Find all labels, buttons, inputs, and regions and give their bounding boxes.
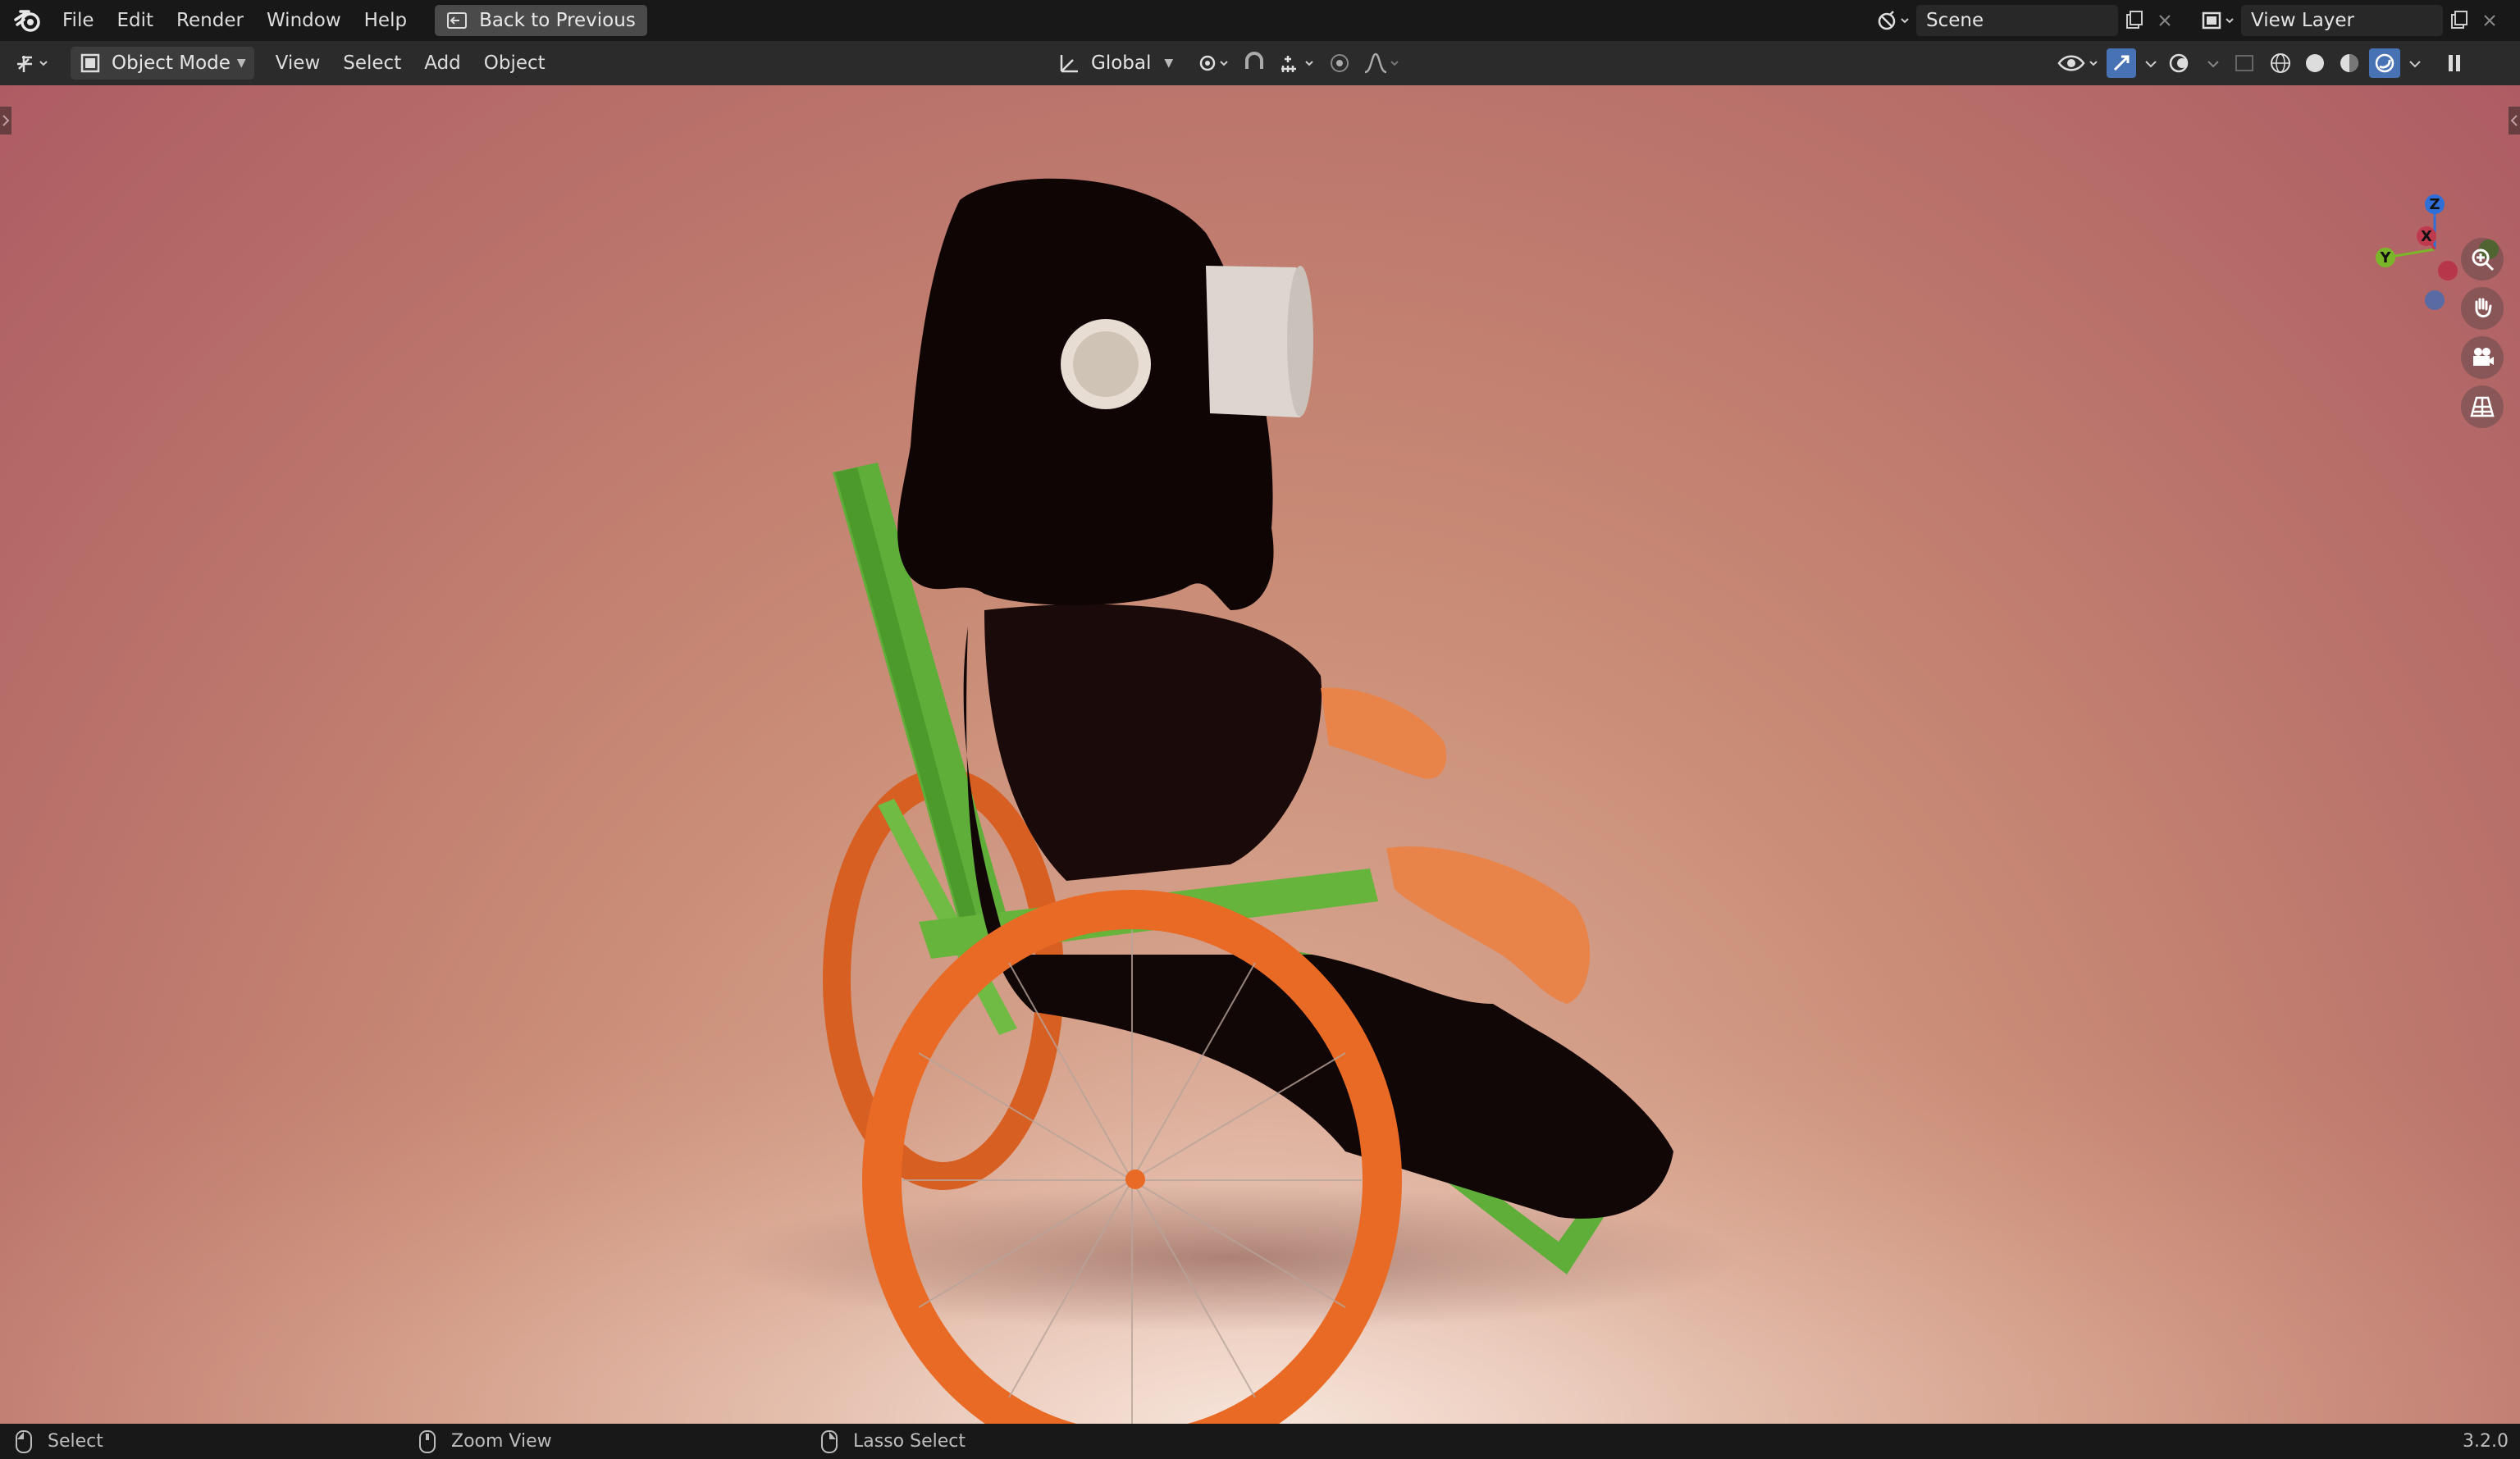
view-layer-browse-icon[interactable]	[2195, 5, 2241, 36]
gizmo-toggle-icon[interactable]	[2107, 48, 2136, 78]
material-shading-icon[interactable]	[2335, 51, 2364, 75]
back-icon	[447, 12, 468, 29]
chevron-down-icon: ▼	[1164, 57, 1174, 70]
scene-selector: Scene	[1870, 0, 2179, 41]
view-layer-name: View Layer	[2251, 10, 2355, 31]
menu-view[interactable]: View	[264, 52, 332, 74]
xray-icon[interactable]	[2228, 51, 2261, 75]
wireframe-shading-icon[interactable]	[2266, 51, 2295, 75]
view-layer-selector: View Layer	[2195, 0, 2504, 41]
status-zoom: Zoom View	[418, 1424, 552, 1459]
gizmo-neg-x-axis[interactable]	[2438, 261, 2458, 280]
object-mode-select[interactable]: Object Mode ▼	[71, 47, 254, 80]
rendered-scene: Z X Y	[0, 178, 2520, 1424]
mouse-middle-icon	[419, 1429, 436, 1453]
top-bar: File Edit Render Window Help Back to Pre…	[0, 0, 2520, 41]
zoom-view-icon[interactable]	[2461, 238, 2504, 280]
toolbar-toggle-left[interactable]	[0, 107, 11, 135]
view-layer-name-field[interactable]: View Layer	[2241, 5, 2443, 36]
status-zoom-label: Zoom View	[451, 1431, 552, 1452]
object-mode-icon	[80, 53, 100, 73]
menu-select[interactable]: Select	[331, 52, 413, 74]
object-mode-label: Object Mode	[112, 52, 231, 74]
orientation-icon	[1060, 55, 1078, 73]
sidebar-toggle-right[interactable]	[2509, 107, 2520, 135]
new-view-layer-icon[interactable]	[2443, 5, 2476, 36]
menu-add[interactable]: Add	[413, 52, 472, 74]
delete-view-layer-icon[interactable]	[2476, 5, 2504, 36]
pivot-snap-tools	[1196, 47, 1403, 80]
editor-type-icon[interactable]	[10, 48, 61, 79]
status-bar: Select Zoom View Lasso Select 3.2.0	[0, 1424, 2520, 1459]
solid-shading-icon[interactable]	[2300, 51, 2330, 75]
delete-scene-icon[interactable]	[2151, 5, 2179, 36]
falloff-curve-icon[interactable]	[1362, 51, 1403, 75]
blender-logo-icon[interactable]	[11, 4, 44, 37]
gizmo-z-label: Z	[2429, 196, 2440, 213]
gizmo-dropdown-icon[interactable]	[2141, 51, 2161, 75]
overlays-dropdown-icon[interactable]	[2203, 51, 2223, 75]
pan-view-hand-icon[interactable]	[2461, 287, 2504, 330]
menu-object[interactable]: Object	[472, 52, 557, 74]
camera-view-icon[interactable]	[2461, 336, 2504, 379]
mouse-right-icon	[821, 1429, 838, 1453]
gizmo-x-label: X	[2421, 228, 2432, 245]
gizmo-y-label: Y	[2379, 249, 2391, 267]
status-select: Select	[15, 1424, 103, 1459]
back-to-previous-button[interactable]: Back to Previous	[435, 5, 647, 36]
proportional-editing-icon[interactable]	[1326, 51, 1354, 75]
scene-name-field[interactable]: Scene	[1916, 5, 2118, 36]
pause-render-icon[interactable]	[2438, 51, 2471, 75]
version-label: 3.2.0	[2463, 1431, 2509, 1452]
viewport-header: Object Mode ▼ View Select Add Object Glo…	[0, 41, 2520, 86]
orientation-label: Global	[1091, 52, 1152, 74]
chevron-down-icon: ▼	[236, 57, 246, 70]
rendered-shading-icon[interactable]	[2369, 48, 2400, 78]
gizmo-neg-z-axis[interactable]	[2425, 290, 2445, 310]
pivot-point-icon[interactable]	[1196, 51, 1232, 75]
snap-increment-icon[interactable]	[1276, 51, 1317, 75]
3d-viewport[interactable]: Z X Y	[0, 85, 2520, 1424]
new-scene-icon[interactable]	[2118, 5, 2151, 36]
scene-browse-icon[interactable]	[1870, 5, 1916, 36]
status-lasso: Lasso Select	[820, 1424, 966, 1459]
menu-edit[interactable]: Edit	[106, 0, 166, 41]
visibility-eye-icon[interactable]	[2056, 51, 2102, 75]
back-to-previous-label: Back to Previous	[479, 10, 636, 31]
shading-dropdown-icon[interactable]	[2405, 51, 2425, 75]
snap-magnet-icon[interactable]	[1240, 51, 1268, 75]
menu-help[interactable]: Help	[353, 0, 418, 41]
menu-file[interactable]: File	[51, 0, 106, 41]
viewport-display-tools	[2056, 47, 2471, 80]
scene-name: Scene	[1926, 10, 1984, 31]
status-select-label: Select	[48, 1431, 103, 1452]
menu-window[interactable]: Window	[255, 0, 353, 41]
menu-render[interactable]: Render	[165, 0, 255, 41]
overlays-icon[interactable]	[2166, 51, 2198, 75]
perspective-toggle-grid-icon[interactable]	[2461, 385, 2504, 428]
status-lasso-label: Lasso Select	[853, 1431, 966, 1452]
transform-orientation-select[interactable]: Global ▼	[1057, 47, 1173, 80]
mouse-left-icon	[16, 1429, 32, 1453]
